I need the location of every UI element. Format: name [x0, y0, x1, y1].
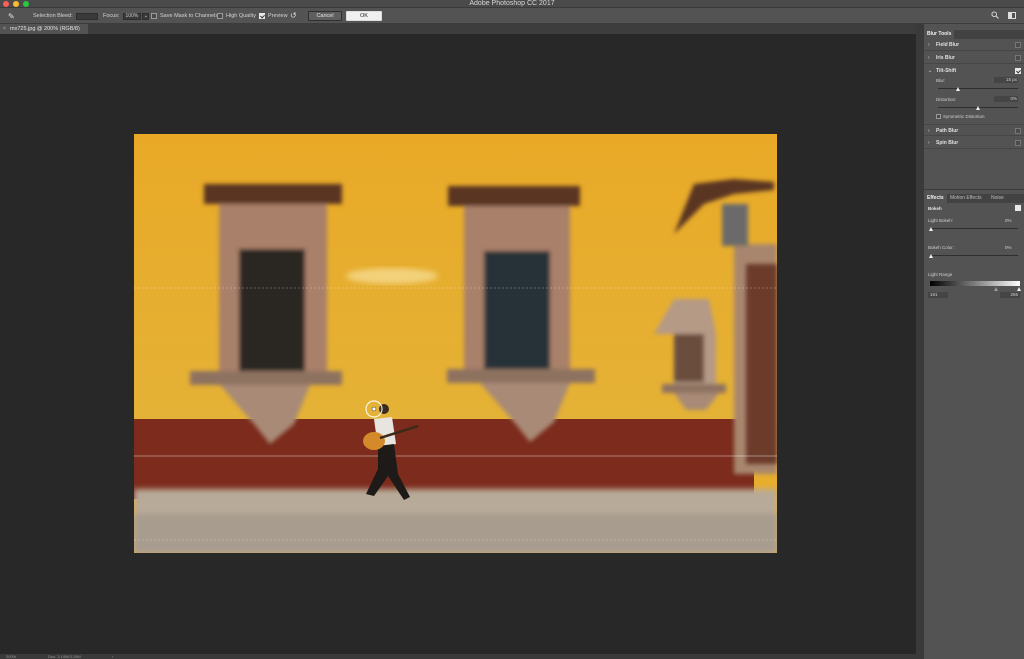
focus-label: Focus:	[103, 13, 120, 19]
blur-item-field-blur[interactable]: › Field Blur	[924, 39, 1024, 51]
blur-item-tilt-shift[interactable]: ⌄ Tilt-Shift	[924, 65, 1024, 77]
high-quality-checkbox-box[interactable]	[217, 13, 223, 19]
distortion-label: Distortion:	[936, 97, 957, 102]
tab-noise[interactable]: Noise	[988, 194, 1007, 203]
blur-item-spin-blur[interactable]: › Spin Blur	[924, 137, 1024, 149]
title-bar: Adobe Photoshop CC 2017	[0, 0, 1024, 8]
blur-gallery-panel: Blur Tools › Field Blur › Iris Blur ⌄ Ti…	[924, 24, 1024, 659]
chevron-down-icon[interactable]: ⌄	[142, 12, 150, 20]
photo-artwork	[134, 134, 777, 553]
focus-control[interactable]: Focus: 100% ⌄	[103, 8, 150, 24]
light-range-label: Light Range	[928, 272, 953, 277]
tab-effects[interactable]: Effects	[924, 194, 947, 203]
document-tab-bar: × mx725.jpg @ 200% (RGB/8)	[0, 24, 916, 34]
effects-tab-bar: Effects Motion Effects Noise	[924, 194, 1024, 203]
preview-checkbox[interactable]: Preview	[259, 8, 288, 24]
reset-pins-icon[interactable]: ↺	[290, 11, 297, 20]
field-blur-checkbox[interactable]	[1015, 42, 1021, 48]
save-mask-label: Save Mask to Channels	[160, 13, 219, 19]
symmetric-distortion-label: Symmetric Distortion	[943, 114, 985, 119]
blur-item-label: Field Blur	[936, 42, 960, 48]
blur-item-label: Tilt-Shift	[936, 68, 957, 74]
blur-item-iris-blur[interactable]: › Iris Blur	[924, 52, 1024, 64]
path-blur-checkbox[interactable]	[1015, 128, 1021, 134]
tab-motion-effects[interactable]: Motion Effects	[947, 194, 985, 203]
light-bokeh-slider[interactable]	[930, 228, 1018, 229]
chevron-right-icon: ›	[928, 140, 930, 146]
status-bar: 200% Doc: 3.19M/3.19M ›	[0, 654, 916, 659]
spin-blur-checkbox[interactable]	[1015, 140, 1021, 146]
light-bokeh-value[interactable]: 0%	[1005, 218, 1012, 223]
close-icon[interactable]: ×	[3, 24, 6, 34]
preview-label: Preview	[268, 13, 288, 19]
status-menu-arrow[interactable]: ›	[112, 654, 113, 659]
workspace-icon[interactable]	[1008, 12, 1016, 19]
document-tab[interactable]: × mx725.jpg @ 200% (RGB/8)	[0, 24, 88, 34]
light-range-high-field[interactable]: 255	[1000, 292, 1020, 298]
light-range-gradient	[930, 281, 1020, 286]
symmetric-distortion-checkbox-box[interactable]	[936, 114, 941, 119]
selection-bleed-label: Selection Bleed:	[33, 13, 73, 19]
light-bokeh-slider-thumb[interactable]	[929, 227, 933, 231]
window-title: Adobe Photoshop CC 2017	[469, 0, 555, 7]
save-mask-checkbox-box[interactable]	[151, 13, 157, 19]
panel-divider	[924, 189, 1024, 190]
search-icon[interactable]	[991, 11, 999, 19]
chevron-right-icon: ›	[928, 128, 930, 134]
options-bar: ✎ Selection Bleed: Focus: 100% ⌄ Save Ma…	[0, 8, 1024, 24]
blur-amount-label: Blur:	[936, 78, 946, 83]
document-tab-title: mx725.jpg @ 200% (RGB/8)	[10, 26, 80, 32]
blur-item-label: Spin Blur	[936, 140, 959, 146]
panel-separator	[916, 24, 924, 659]
light-bokeh-label: Light Bokeh:	[928, 218, 954, 223]
blur-item-path-blur[interactable]: › Path Blur	[924, 124, 1024, 136]
light-range-low-thumb[interactable]	[994, 287, 998, 291]
distortion-slider-thumb[interactable]	[975, 106, 980, 110]
iris-blur-checkbox[interactable]	[1015, 55, 1021, 61]
chevron-right-icon: ›	[928, 55, 930, 61]
high-quality-checkbox[interactable]: High Quality	[217, 8, 256, 24]
bokeh-color-slider[interactable]	[930, 255, 1018, 256]
high-quality-label: High Quality	[226, 13, 256, 19]
tilt-shift-tool-icon[interactable]: ✎	[8, 8, 15, 24]
focus-field[interactable]: 100%	[122, 12, 142, 20]
selection-bleed-control[interactable]: Selection Bleed:	[33, 8, 98, 24]
zoom-level[interactable]: 200%	[6, 654, 16, 659]
light-range-high-thumb[interactable]	[1017, 287, 1021, 291]
bokeh-label: Bokeh	[928, 206, 942, 211]
ok-button[interactable]: OK	[346, 11, 382, 21]
document-info: Doc: 3.19M/3.19M	[48, 654, 81, 659]
blur-amount-slider[interactable]	[938, 88, 1018, 89]
document-image[interactable]	[134, 134, 777, 553]
bokeh-color-slider-thumb[interactable]	[929, 254, 933, 258]
blur-amount-slider-thumb[interactable]	[955, 87, 960, 91]
preview-checkbox-box[interactable]	[259, 13, 265, 19]
tab-blur-tools[interactable]: Blur Tools	[924, 30, 955, 39]
blur-item-label: Path Blur	[936, 128, 959, 134]
bokeh-color-value[interactable]: 0%	[1005, 245, 1012, 250]
blur-tools-tab-bar: Blur Tools	[924, 30, 1024, 39]
canvas-area[interactable]	[0, 34, 916, 654]
bokeh-checkbox[interactable]	[1015, 205, 1021, 211]
distortion-field[interactable]: 0%	[994, 96, 1018, 102]
bokeh-color-label: Bokeh Color:	[928, 245, 955, 250]
symmetric-distortion-checkbox[interactable]: Symmetric Distortion	[936, 114, 985, 119]
save-mask-checkbox[interactable]: Save Mask to Channels	[151, 8, 218, 24]
chevron-down-icon: ⌄	[928, 68, 933, 74]
cancel-button[interactable]: Cancel	[308, 11, 342, 21]
selection-bleed-field[interactable]	[75, 12, 98, 20]
blur-item-label: Iris Blur	[936, 55, 955, 61]
blur-amount-field[interactable]: 15 px	[994, 77, 1018, 83]
light-range-low-field[interactable]: 191	[928, 292, 948, 298]
tilt-shift-checkbox[interactable]	[1015, 68, 1021, 74]
chevron-right-icon: ›	[928, 42, 930, 48]
